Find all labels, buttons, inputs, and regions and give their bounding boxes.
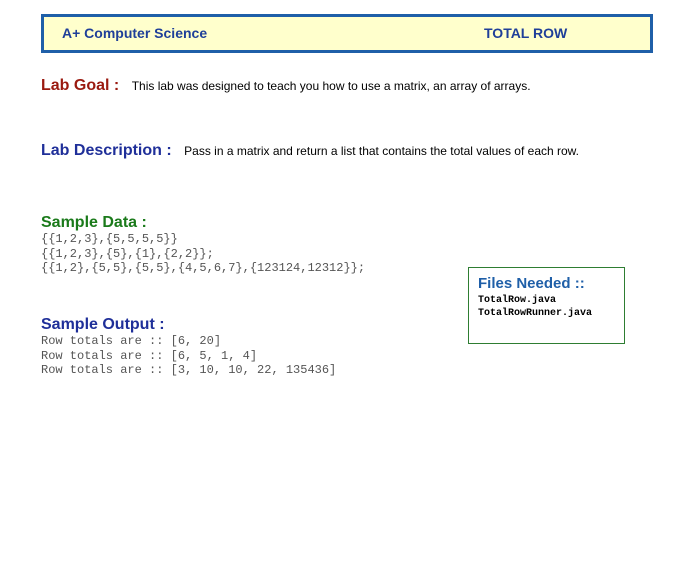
files-needed-label: Files Needed :: [478, 275, 585, 292]
sample-data-section: Sample Data : {{1,2,3},{5,5,5,5}} {{1,2,3… [41, 214, 365, 276]
sample-data-lines: {{1,2,3},{5,5,5,5}} {{1,2,3},{5},{1},{2,2… [41, 232, 365, 276]
sample-output-label: Sample Output : [41, 316, 165, 333]
file-name: TotalRow.java [478, 295, 557, 306]
sample-output-lines: Row totals are :: [6, 20] Row totals are … [41, 334, 336, 378]
sample-output-section: Sample Output : Row totals are :: [6, 20… [41, 316, 336, 378]
sample-data-line: {{1,2},{5,5},{5,5},{4,5,6,7},{123124,123… [41, 261, 366, 275]
lab-goal-text: This lab was designed to teach you how t… [131, 79, 531, 93]
lab-goal-label: Lab Goal : [41, 77, 120, 94]
lab-description-section: Lab Description : Pass in a matrix and r… [41, 142, 579, 160]
lab-goal-section: Lab Goal : This lab was designed to teac… [41, 77, 531, 95]
lab-description-text: Pass in a matrix and return a list that … [184, 144, 580, 158]
lab-topic-title: TOTAL ROW [484, 25, 568, 41]
file-name: TotalRowRunner.java [478, 308, 593, 319]
sample-data-label: Sample Data : [41, 214, 147, 231]
sample-data-line: {{1,2,3},{5,5,5,5}} [41, 232, 178, 246]
lab-description-label: Lab Description : [41, 142, 172, 159]
files-needed-box: Files Needed :: TotalRow.javaTotalRowRun… [468, 267, 625, 344]
sample-output-line: Row totals are :: [6, 20] [41, 334, 222, 348]
header-banner: A+ Computer Science TOTAL ROW [41, 14, 653, 53]
course-title: A+ Computer Science [62, 25, 208, 41]
sample-output-line: Row totals are :: [3, 10, 10, 22, 135436… [41, 363, 337, 377]
sample-data-line: {{1,2,3},{5},{1},{2,2}}; [41, 246, 214, 261]
sample-output-line: Row totals are :: [6, 5, 1, 4] [41, 348, 258, 363]
files-list: TotalRow.java TotalRowRunner.java [478, 294, 592, 320]
